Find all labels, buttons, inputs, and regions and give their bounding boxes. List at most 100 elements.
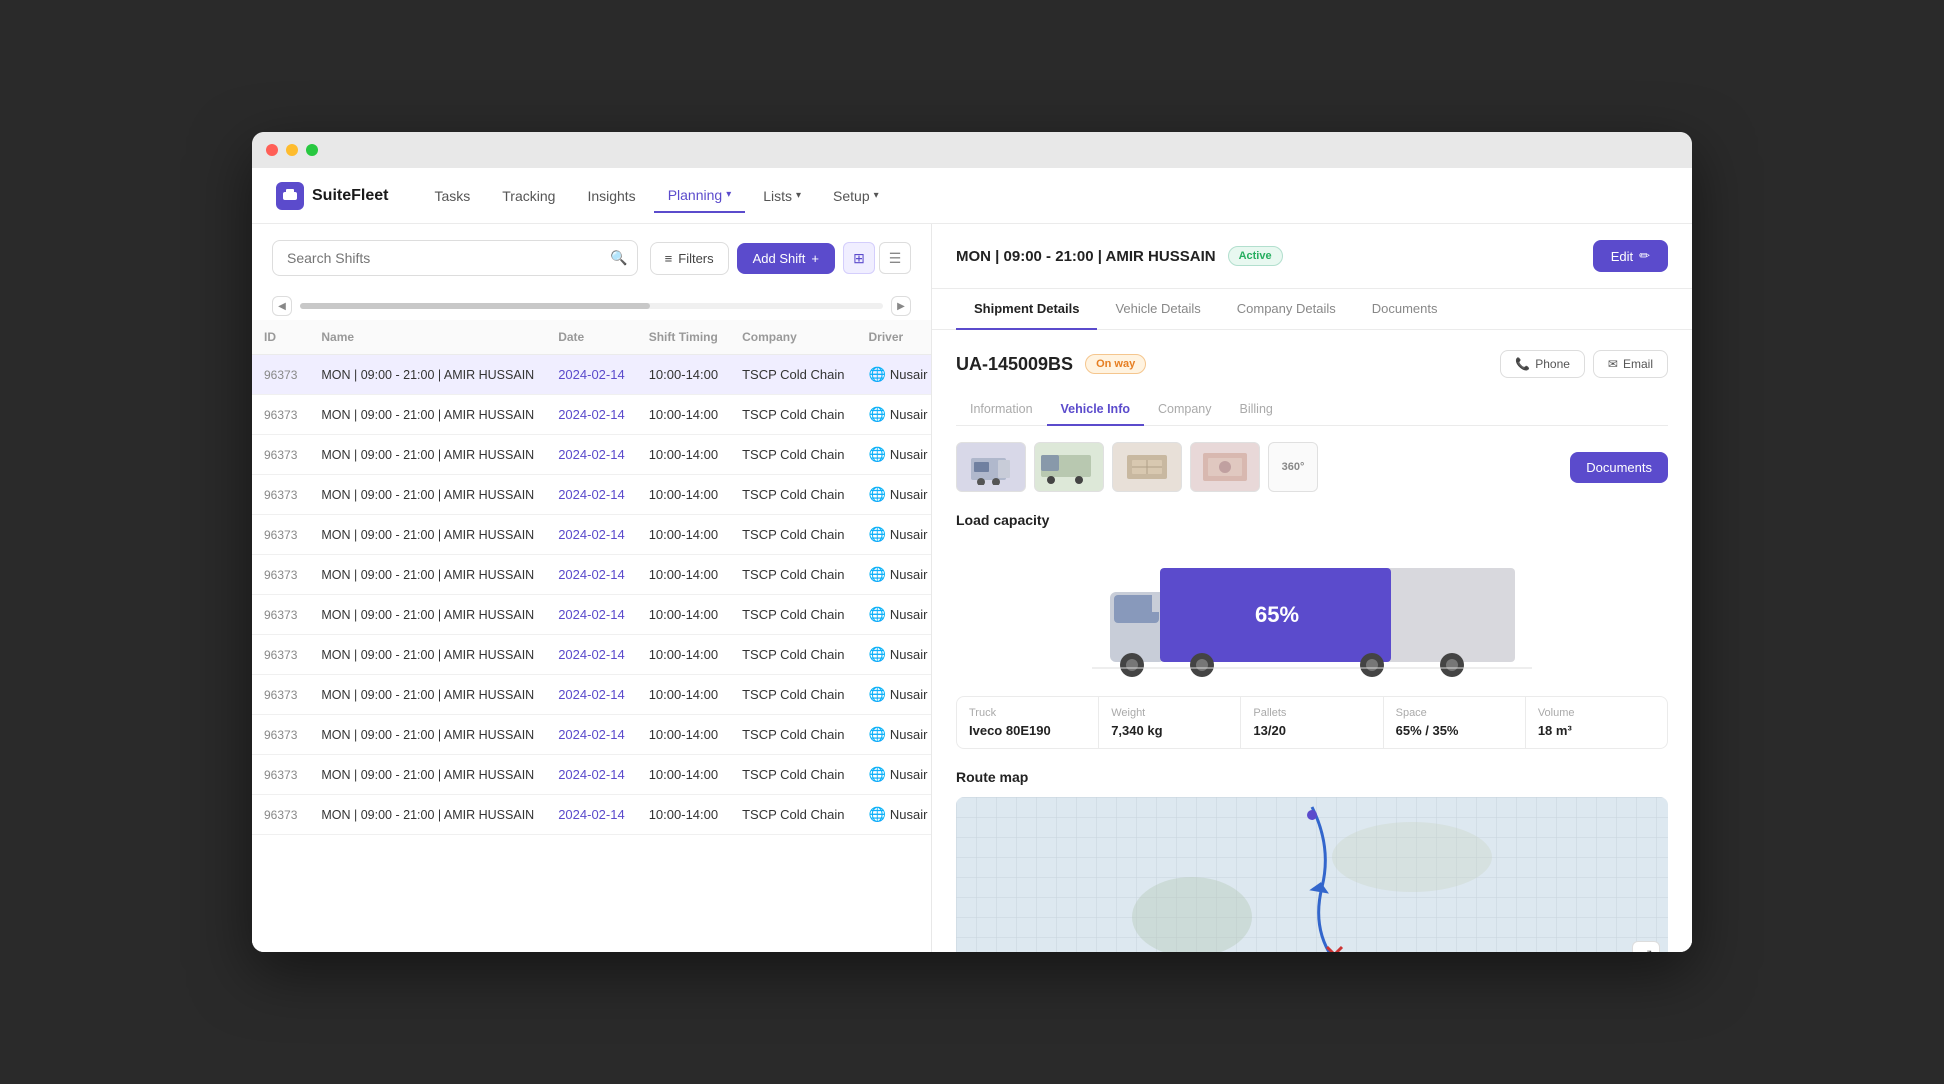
search-icon-btn[interactable]: 🔍 [610,250,627,267]
cell-driver: 🌐Nusair Haq [856,715,931,755]
map-route-svg [956,797,1668,952]
table-row[interactable]: 96373 MON | 09:00 - 21:00 | AMIR HUSSAIN… [252,395,931,435]
cell-driver: 🌐Nusair Haq [856,475,931,515]
cell-name: MON | 09:00 - 21:00 | AMIR HUSSAIN [309,395,546,435]
info-tab-vehicle-info[interactable]: Vehicle Info [1047,394,1144,426]
cell-company: TSCP Cold Chain [730,595,856,635]
cell-timing: 10:00-14:00 [637,355,730,395]
cell-name: MON | 09:00 - 21:00 | AMIR HUSSAIN [309,595,546,635]
cell-driver: 🌐Nusair Haq [856,515,931,555]
cell-name: MON | 09:00 - 21:00 | AMIR HUSSAIN [309,355,546,395]
cell-driver: 🌐Nusair Haq [856,795,931,835]
table-row[interactable]: 96373 MON | 09:00 - 21:00 | AMIR HUSSAIN… [252,795,931,835]
nav-item-setup[interactable]: Setup ▾ [819,180,893,212]
table-row[interactable]: 96373 MON | 09:00 - 21:00 | AMIR HUSSAIN… [252,555,931,595]
shifts-tbody: 96373 MON | 09:00 - 21:00 | AMIR HUSSAIN… [252,355,931,835]
scroll-right-button[interactable]: ▶ [891,296,911,316]
cell-date: 2024-02-14 [546,395,637,435]
scroll-left-button[interactable]: ◀ [272,296,292,316]
col-driver: Driver [856,320,931,355]
maximize-button[interactable] [306,144,318,156]
plus-icon: + [811,251,819,266]
cell-name: MON | 09:00 - 21:00 | AMIR HUSSAIN [309,795,546,835]
cell-id: 96373 [252,595,309,635]
tab-vehicle-details[interactable]: Vehicle Details [1097,289,1218,330]
map-zoom-button[interactable]: ⤢ [1632,941,1660,952]
table-row[interactable]: 96373 MON | 09:00 - 21:00 | AMIR HUSSAIN… [252,715,931,755]
table-row[interactable]: 96373 MON | 09:00 - 21:00 | AMIR HUSSAIN… [252,475,931,515]
minimize-button[interactable] [286,144,298,156]
table-row[interactable]: 96373 MON | 09:00 - 21:00 | AMIR HUSSAIN… [252,675,931,715]
vehicle-image-interior[interactable] [1190,442,1260,492]
phone-button[interactable]: 📞 Phone [1500,350,1585,378]
add-shift-button[interactable]: Add Shift + [737,243,835,274]
close-button[interactable] [266,144,278,156]
shipment-id-row: UA-145009BS On way 📞 Phone ✉ Email [956,350,1668,378]
cell-name: MON | 09:00 - 21:00 | AMIR HUSSAIN [309,555,546,595]
vehicle-documents-button[interactable]: Documents [1570,452,1668,483]
globe-icon: 🌐 [868,646,885,662]
cell-date: 2024-02-14 [546,635,637,675]
scroll-track [300,303,883,309]
info-tab-information[interactable]: Information [956,394,1047,426]
vehicle-360-button[interactable]: 360° [1268,442,1318,492]
info-tab-billing[interactable]: Billing [1226,394,1287,426]
vehicle-image-back[interactable] [1112,442,1182,492]
cell-name: MON | 09:00 - 21:00 | AMIR HUSSAIN [309,475,546,515]
main-content: 🔍 ≡ Filters Add Shift + [252,224,1692,952]
cell-id: 96373 [252,355,309,395]
tab-company-details[interactable]: Company Details [1219,289,1354,330]
grid-view-button[interactable]: ⊞ [843,242,875,274]
cell-company: TSCP Cold Chain [730,515,856,555]
cell-company: TSCP Cold Chain [730,395,856,435]
info-tabs: Information Vehicle Info Company Billing [956,394,1668,426]
nav-item-planning[interactable]: Planning ▾ [654,179,746,213]
tab-documents[interactable]: Documents [1354,289,1456,330]
table-row[interactable]: 96373 MON | 09:00 - 21:00 | AMIR HUSSAIN… [252,355,931,395]
vehicle-images: 360° Documents [956,442,1668,492]
cell-date: 2024-02-14 [546,795,637,835]
cell-timing: 10:00-14:00 [637,475,730,515]
cell-timing: 10:00-14:00 [637,755,730,795]
top-nav: SuiteFleet Tasks Tracking Insights Plann… [252,168,1692,224]
search-icon: 🔍 [610,250,627,266]
phone-icon: 📞 [1515,357,1530,371]
cell-timing: 10:00-14:00 [637,435,730,475]
nav-item-lists[interactable]: Lists ▾ [749,180,815,212]
cell-date: 2024-02-14 [546,715,637,755]
vehicle-image-front[interactable] [956,442,1026,492]
edit-button[interactable]: Edit ✏ [1593,240,1668,272]
info-tab-company[interactable]: Company [1144,394,1226,426]
svg-text:65%: 65% [1255,602,1299,627]
filter-button[interactable]: ≡ Filters [650,242,729,275]
logo-icon [276,182,304,210]
route-map: ⤢ [956,797,1668,952]
nav-item-tracking[interactable]: Tracking [488,180,569,212]
load-capacity-title: Load capacity [956,512,1668,528]
email-button[interactable]: ✉ Email [1593,350,1668,378]
cell-name: MON | 09:00 - 21:00 | AMIR HUSSAIN [309,435,546,475]
table-row[interactable]: 96373 MON | 09:00 - 21:00 | AMIR HUSSAIN… [252,755,931,795]
cap-stat-volume: Volume 18 m³ [1526,697,1667,748]
nav-item-tasks[interactable]: Tasks [420,180,484,212]
tab-shipment-details[interactable]: Shipment Details [956,289,1097,330]
search-input[interactable] [272,240,638,276]
cell-company: TSCP Cold Chain [730,675,856,715]
cell-timing: 10:00-14:00 [637,795,730,835]
cell-driver: 🌐Nusair Haq [856,555,931,595]
grid-icon: ⊞ [853,250,865,267]
list-view-button[interactable]: ☰ [879,242,911,274]
table-row[interactable]: 96373 MON | 09:00 - 21:00 | AMIR HUSSAIN… [252,435,931,475]
table-row[interactable]: 96373 MON | 09:00 - 21:00 | AMIR HUSSAIN… [252,635,931,675]
expand-icon: ⤢ [1640,947,1651,953]
logo[interactable]: SuiteFleet [276,182,388,210]
table-row[interactable]: 96373 MON | 09:00 - 21:00 | AMIR HUSSAIN… [252,595,931,635]
table-row[interactable]: 96373 MON | 09:00 - 21:00 | AMIR HUSSAIN… [252,515,931,555]
vehicle-image-side[interactable] [1034,442,1104,492]
load-capacity-section: Load capacity [956,512,1668,749]
cell-date: 2024-02-14 [546,475,637,515]
cell-driver: 🌐Nusair Haq [856,635,931,675]
cap-stat-space: Space 65% / 35% [1384,697,1526,748]
cell-driver: 🌐Nusair Haq [856,595,931,635]
nav-item-insights[interactable]: Insights [573,180,649,212]
